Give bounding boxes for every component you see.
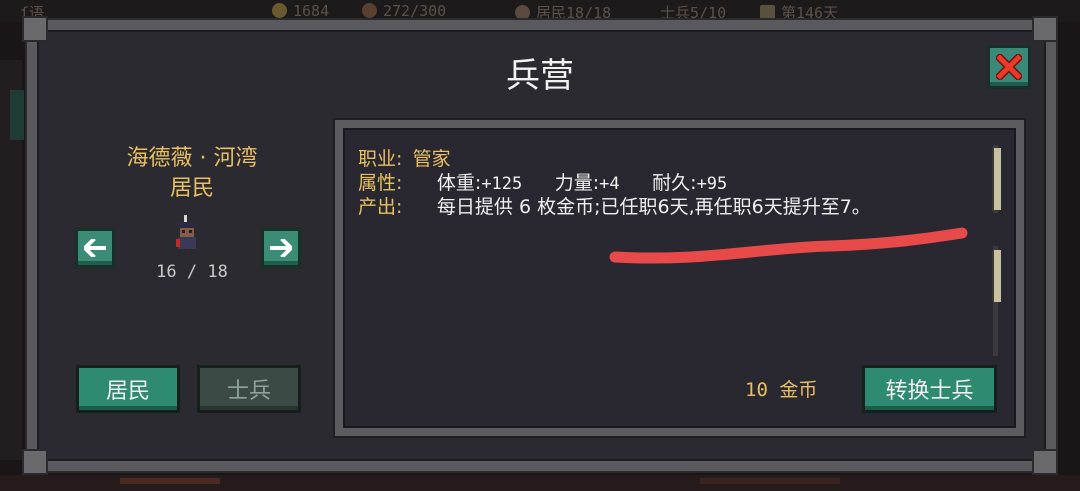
convert-to-soldier-button[interactable]: 转换士兵 xyxy=(862,365,997,413)
red-underline-annotation xyxy=(609,227,968,264)
conversion-price: 10 金币 xyxy=(745,379,818,401)
